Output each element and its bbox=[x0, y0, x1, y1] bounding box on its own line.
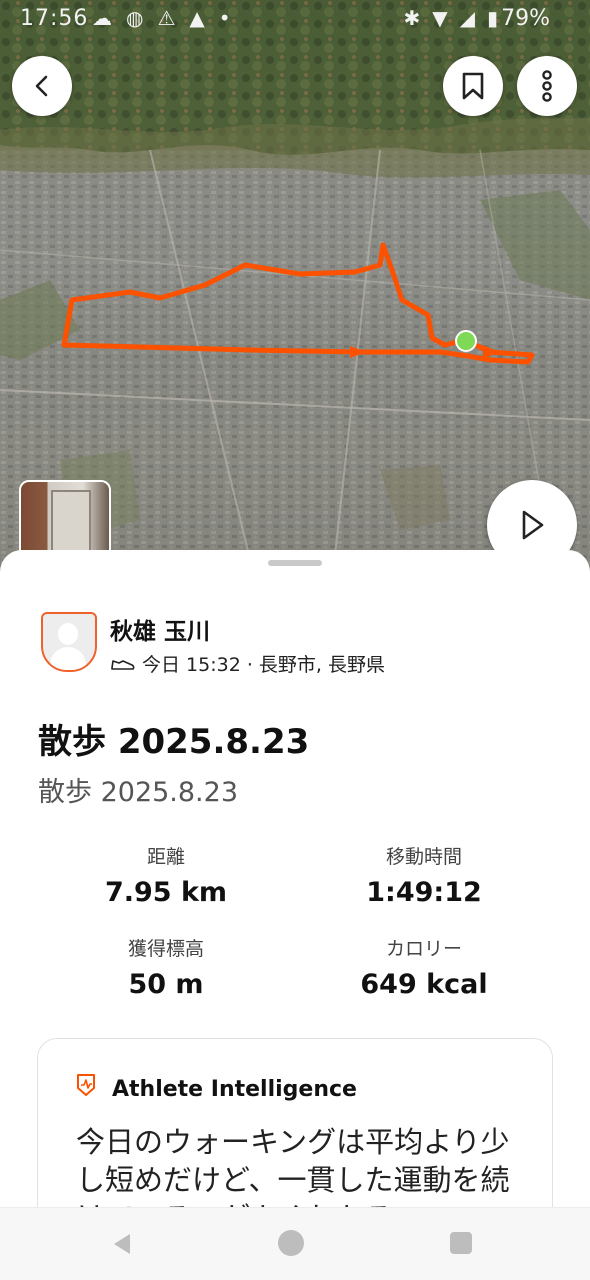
start-marker bbox=[455, 330, 477, 352]
activity-meta-text: 今日 15:32 · 長野市, 長野県 bbox=[142, 654, 385, 676]
stat-value: 50 m bbox=[128, 969, 204, 1000]
battery-percent: 79% bbox=[501, 6, 550, 31]
nav-home-icon[interactable] bbox=[278, 1230, 304, 1256]
more-icon bbox=[542, 70, 552, 102]
stat-value: 649 kcal bbox=[360, 969, 488, 1000]
stat-value: 7.95 km bbox=[104, 877, 228, 908]
system-nav-bar bbox=[0, 1207, 590, 1280]
activity-meta: 今日 15:32 · 長野市, 長野県 bbox=[110, 650, 385, 677]
dot-icon: • bbox=[218, 6, 245, 30]
notification-icons: ☁◍⚠▲• bbox=[92, 6, 245, 30]
shoe-icon bbox=[111, 659, 135, 670]
warning-icon: ⚠ bbox=[157, 6, 190, 30]
stat-value: 1:49:12 bbox=[366, 877, 482, 908]
stat-calories: カロリー 649 kcal bbox=[304, 934, 544, 1000]
stat-label: カロリー bbox=[385, 938, 462, 960]
avatar-body bbox=[50, 647, 86, 670]
activity-sheet: 秋雄 玉川 今日 15:32 · 長野市, 長野県 散歩 2025.8.23 散… bbox=[0, 550, 590, 1210]
avatar-head bbox=[58, 623, 78, 645]
status-time: 17:56 bbox=[20, 6, 89, 31]
activity-description: 散歩 2025.8.23 bbox=[38, 777, 238, 808]
back-button[interactable] bbox=[12, 56, 72, 116]
route-map[interactable]: 17:56 ☁◍⚠▲• ✱▼◢▮ 79% bbox=[0, 0, 590, 600]
back-icon bbox=[35, 75, 48, 97]
avatar[interactable] bbox=[41, 612, 97, 672]
sheet-drag-handle[interactable] bbox=[268, 560, 322, 566]
more-options-button[interactable] bbox=[517, 56, 577, 116]
headset-icon: ◍ bbox=[126, 6, 158, 30]
athlete-intelligence-text: 今日のウォーキングは平均より少し短めだけど、一貫した運動を続けているのがよくわか… bbox=[76, 1125, 510, 1210]
stat-label: 距離 bbox=[146, 846, 185, 868]
stat-elevation-gain: 獲得標高 50 m bbox=[46, 934, 286, 1000]
bookmark-icon bbox=[462, 72, 484, 100]
athlete-intelligence-title: Athlete Intelligence bbox=[112, 1077, 357, 1102]
nav-back-icon[interactable] bbox=[110, 1232, 134, 1256]
stat-label: 移動時間 bbox=[385, 846, 462, 868]
signal-icon: ◢ bbox=[459, 6, 487, 30]
athlete-name[interactable]: 秋雄 玉川 bbox=[110, 612, 210, 646]
nav-recents-icon[interactable] bbox=[450, 1232, 472, 1254]
athlete-intelligence-card[interactable]: Athlete Intelligence 今日のウォーキングは平均より少し短めだ… bbox=[37, 1038, 553, 1210]
status-bar: 17:56 ☁◍⚠▲• ✱▼◢▮ 79% bbox=[0, 0, 590, 40]
mountain-icon: ▲ bbox=[189, 6, 219, 30]
stat-label: 獲得標高 bbox=[127, 938, 204, 960]
bookmark-button[interactable] bbox=[443, 56, 503, 116]
photo-door bbox=[51, 490, 91, 556]
system-icons: ✱▼◢▮ bbox=[403, 6, 510, 30]
wifi-icon: ▼ bbox=[432, 6, 460, 30]
play-icon bbox=[522, 510, 544, 540]
bluetooth-icon: ✱ bbox=[403, 6, 433, 30]
activity-title: 散歩 2025.8.23 bbox=[38, 722, 310, 762]
stat-moving-time: 移動時間 1:49:12 bbox=[304, 842, 544, 908]
athlete-intelligence-icon bbox=[77, 1074, 95, 1096]
stat-distance: 距離 7.95 km bbox=[46, 842, 286, 908]
chat-icon: ☁ bbox=[92, 6, 126, 30]
